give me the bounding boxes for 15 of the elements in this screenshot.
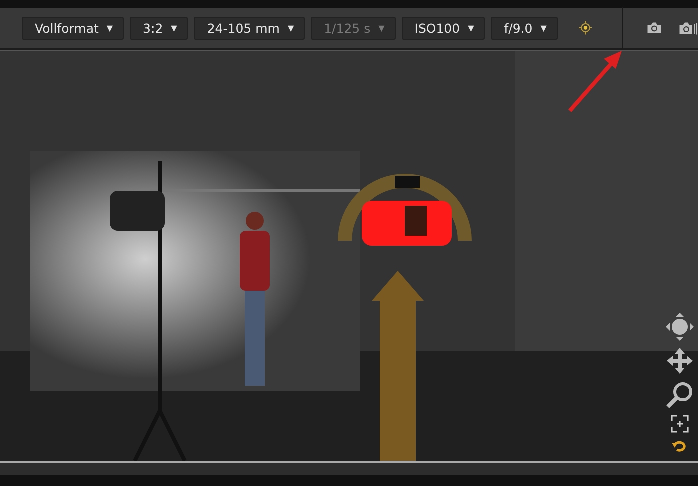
orbit-icon[interactable] (666, 313, 694, 341)
dropdown-button[interactable]: 3:2 ▼ (130, 16, 188, 40)
move-arrow-handle[interactable] (372, 271, 424, 461)
frame-icon[interactable] (671, 415, 689, 433)
studio-light-stand[interactable] (110, 159, 187, 461)
focus-point-icon[interactable] (578, 19, 592, 37)
camera-model[interactable] (338, 174, 472, 246)
dropdown-button[interactable]: 24-105 mm ▼ (194, 16, 306, 40)
reset-rotation-icon[interactable] (671, 439, 689, 453)
dropdown-button[interactable]: f/9.0 ▼ (491, 16, 558, 40)
camera-icon[interactable] (647, 20, 662, 36)
dropdown-button[interactable]: ISO100 ▼ (402, 16, 486, 40)
move-icon[interactable] (666, 347, 694, 375)
dropdown-button[interactable]: Vollformat ▼ (22, 16, 124, 40)
zoom-icon[interactable] (666, 381, 694, 409)
